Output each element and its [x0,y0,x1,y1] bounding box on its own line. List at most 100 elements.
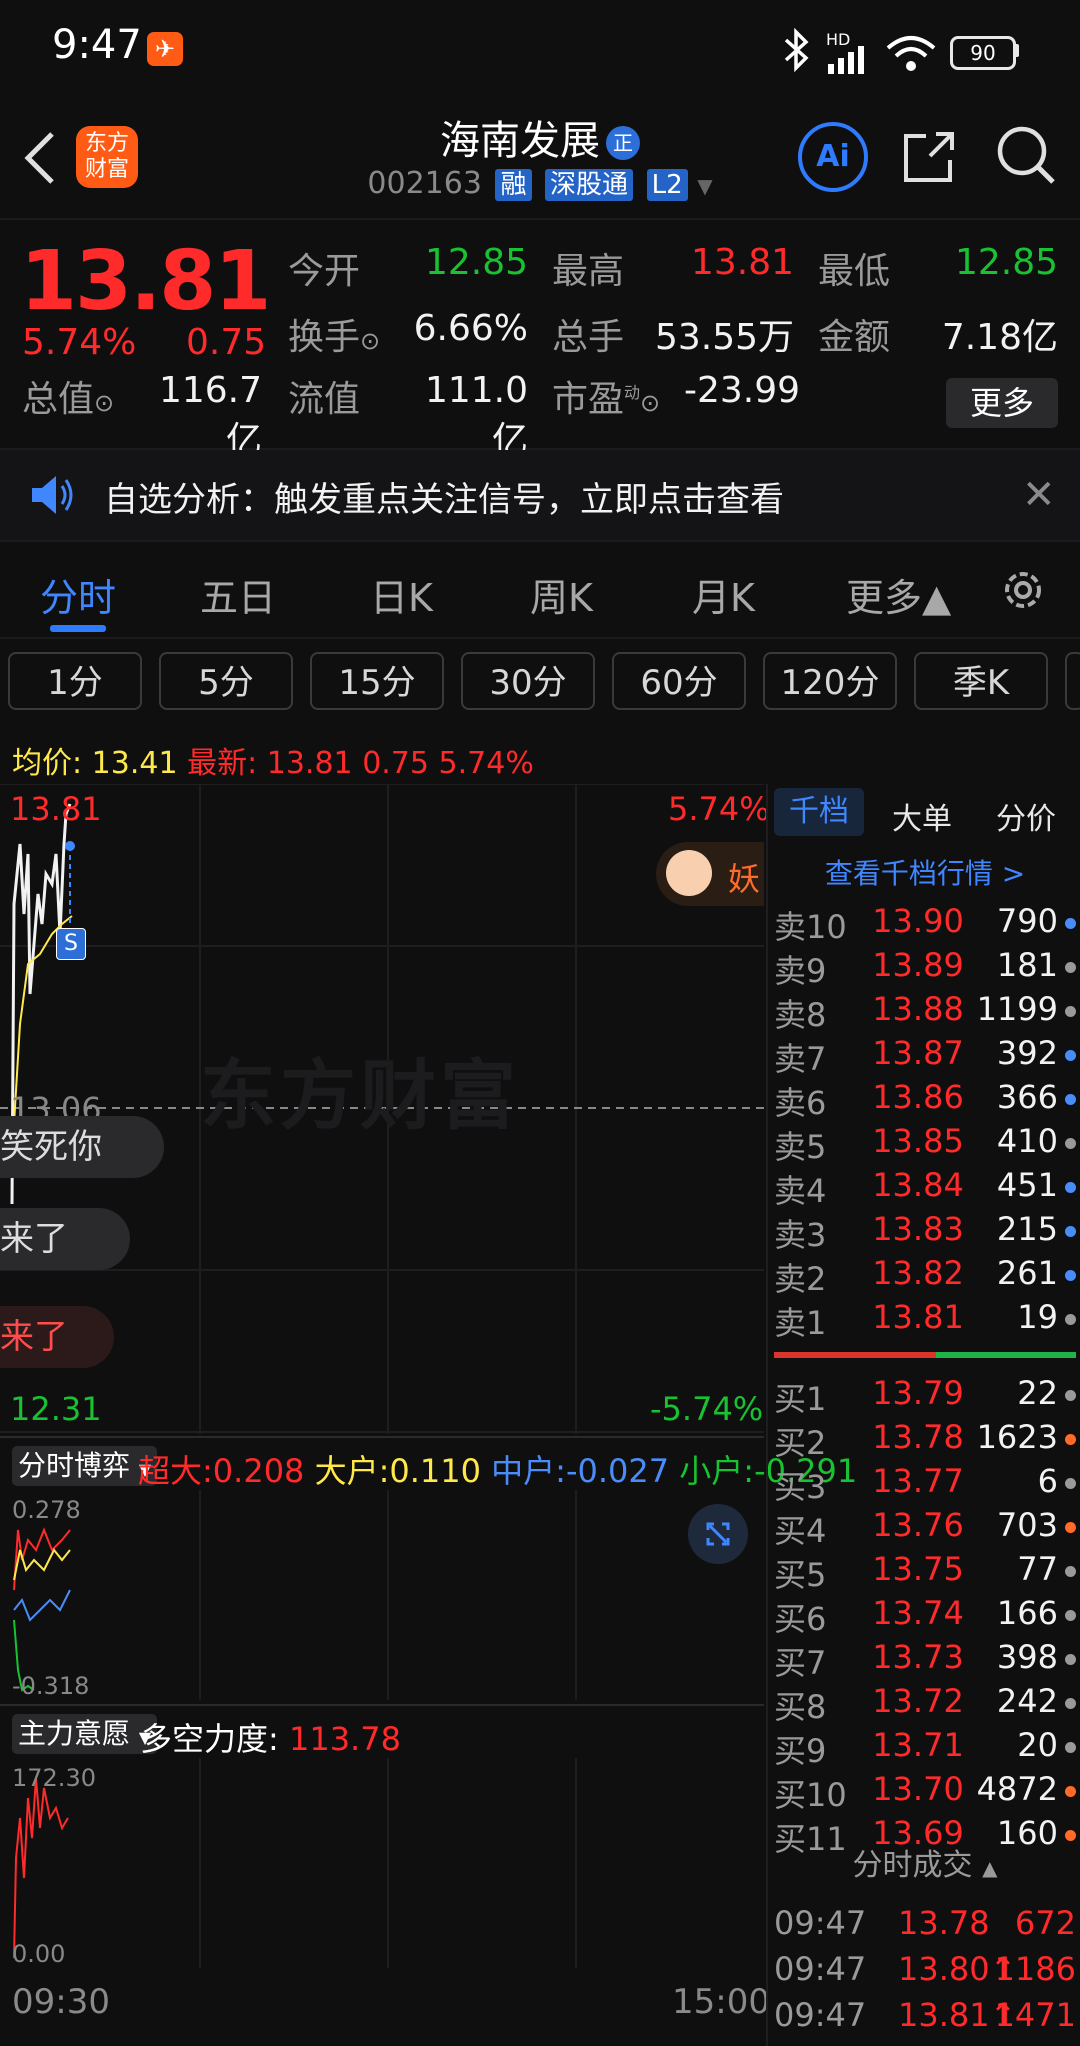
wifi-icon [886,36,936,71]
tab-daily-k[interactable]: 日K [370,567,433,622]
bid-level: 买9 [774,1732,827,1770]
tab-depth[interactable]: 千档 [774,788,864,836]
ask-row[interactable]: 卖6 13.86 366 [768,1078,1080,1122]
bid-row[interactable]: 买8 13.72 242 [768,1682,1080,1726]
order-dot [1065,1226,1076,1237]
bid-price: 13.79 [872,1374,964,1412]
latest-price: 13.81 [266,746,353,781]
flow-max-label: 0.278 [12,1496,81,1524]
tab-five-day[interactable]: 五日 [200,567,276,622]
bid-price: 13.74 [872,1594,964,1632]
order-dot [1065,1006,1076,1017]
ask-volume: 410 [996,1122,1058,1160]
ask-row[interactable]: 卖7 13.87 392 [768,1034,1080,1078]
notice-text: 自选分析：触发重点关注信号，立即点击查看 [104,480,784,520]
dropdown-icon[interactable]: ▼ [697,174,712,198]
info-icon[interactable]: ⊙ [94,389,114,417]
period-30m[interactable]: 30分 [461,652,595,710]
ask-row[interactable]: 卖10 13.90 790 [768,902,1080,946]
tab-large-orders[interactable]: 大单 [892,794,952,838]
search-icon[interactable] [995,124,1057,186]
bid-row[interactable]: 买3 13.77 6 [768,1462,1080,1506]
force-selector[interactable]: 主力意愿 ▼ [12,1714,158,1754]
market-cap-label: 总值⊙ [22,379,115,420]
bid-level: 买7 [774,1644,827,1682]
tab-more[interactable]: 更多▲ [846,567,951,622]
period-1m[interactable]: 1分 [8,652,142,710]
danmu-comment[interactable]: 来了 [0,1306,114,1368]
bid-row[interactable]: 买9 13.71 20 [768,1726,1080,1770]
share-icon[interactable] [900,128,958,186]
order-dot [1065,1094,1076,1105]
period-overflow[interactable] [1065,652,1080,710]
gear-icon[interactable] [998,565,1048,615]
ask-row[interactable]: 卖4 13.84 451 [768,1166,1080,1210]
trade-row[interactable]: 09:47 13.80↑ 1186 [768,1950,1080,1994]
amount-label: 金额 [818,317,891,358]
tab-monthly-k[interactable]: 月K [692,567,755,622]
bid-row[interactable]: 买7 13.73 398 [768,1638,1080,1682]
tab-price-distribution[interactable]: 分价 [996,794,1056,838]
danmu-comment[interactable]: 笑死你 [0,1116,164,1178]
bid-row[interactable]: 买11 13.69 160 [768,1814,1080,1858]
trade-time: 09:47 [774,1996,867,2034]
bid-volume: 20 [1017,1726,1058,1764]
period-5m[interactable]: 5分 [159,652,293,710]
flow-chart[interactable]: 0.278 -0.318 [0,1490,764,1700]
force-max-label: 172.30 [12,1764,96,1792]
period-120m[interactable]: 120分 [763,652,897,710]
trade-row[interactable]: 09:47 13.81↑ 1471 [768,1996,1080,2040]
yao-bubble[interactable]: 妖 [656,842,764,906]
tab-intraday[interactable]: 分时 [40,567,116,622]
force-value: 113.78 [288,1720,401,1758]
ask-row[interactable]: 卖1 13.81 19 [768,1298,1080,1342]
time-axis-end: 15:00 [672,1982,770,2022]
pct-high-label: 5.74% [668,790,770,828]
tab-weekly-k[interactable]: 周K [530,567,593,622]
ask-row[interactable]: 卖8 13.88 1199 [768,990,1080,1034]
expand-icon[interactable] [688,1504,748,1564]
intraday-chart[interactable]: 东方财富 13.81 5.74% 13.06 12.31 -5.74% S 妖 … [0,784,770,1434]
time-axis-start: 09:30 [12,1982,110,2022]
app-notification-icon: ✈ [147,32,183,66]
trade-row[interactable]: 09:47 13.78 672 [768,1904,1080,1948]
period-selector: 1分 5分 15分 30分 60分 120分 季K [0,648,1080,718]
bid-price: 13.71 [872,1726,964,1764]
close-icon[interactable]: ✕ [1022,472,1056,518]
ask-price: 13.82 [872,1254,964,1292]
ask-level: 卖2 [774,1260,827,1298]
period-60m[interactable]: 60分 [612,652,746,710]
danmu-comment[interactable]: 来了 [0,1208,130,1270]
ask-row[interactable]: 卖3 13.83 215 [768,1210,1080,1254]
ask-row[interactable]: 卖5 13.85 410 [768,1122,1080,1166]
bid-row[interactable]: 买4 13.76 703 [768,1506,1080,1550]
more-button[interactable]: 更多 [946,378,1058,428]
period-15m[interactable]: 15分 [310,652,444,710]
ask-row[interactable]: 卖2 13.82 261 [768,1254,1080,1298]
info-icon[interactable]: ⊙ [640,389,660,417]
ask-row[interactable]: 卖9 13.89 181 [768,946,1080,990]
open-value: 12.85 [424,242,528,283]
depth-quote-link[interactable]: 查看千档行情 > [768,852,1080,892]
bid-row[interactable]: 买1 13.79 22 [768,1374,1080,1418]
high-label: 最高 [552,251,625,292]
bid-row[interactable]: 买5 13.75 77 [768,1550,1080,1594]
sell-marker[interactable]: S [56,928,86,960]
ask-level: 卖9 [774,952,827,990]
price-low-label: 12.31 [10,1390,102,1428]
ai-button[interactable]: Ai [798,122,868,192]
avg-price: 13.41 [91,746,178,781]
force-chart[interactable]: 172.30 0.00 [0,1758,764,1968]
notice-banner[interactable]: 自选分析：触发重点关注信号，立即点击查看 ✕ [0,450,1080,542]
flow-selector[interactable]: 分时博弈 ▼ [12,1446,158,1486]
bid-row[interactable]: 买6 13.74 166 [768,1594,1080,1638]
bid-row[interactable]: 买10 13.70 4872 [768,1770,1080,1814]
verified-badge: 正 [606,126,640,160]
ask-volume: 181 [996,946,1058,984]
ask-volume: 19 [1017,1298,1058,1336]
info-icon[interactable]: ⊙ [360,327,380,355]
bid-volume: 77 [1017,1550,1058,1588]
bid-row[interactable]: 买2 13.78 1623 [768,1418,1080,1462]
force-value-row: 多空力度: 113.78 [140,1720,401,1758]
period-quarter-k[interactable]: 季K [914,652,1048,710]
